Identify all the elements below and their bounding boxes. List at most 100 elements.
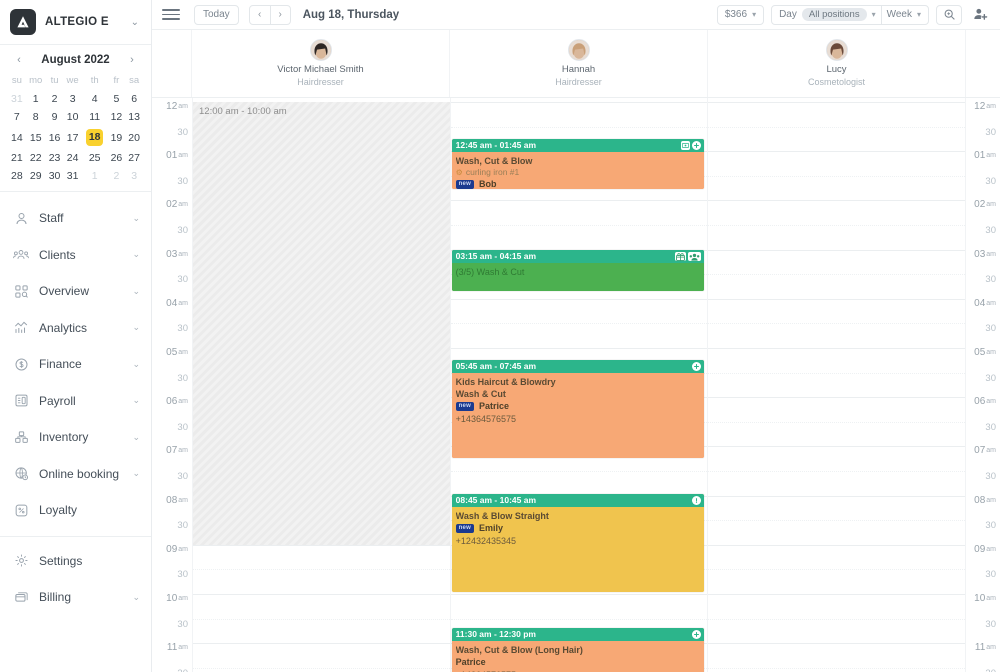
percent-square-icon [13,502,29,518]
view-day-label[interactable]: Day [779,9,797,20]
avatar[interactable] [825,39,848,61]
calendar-day[interactable]: 13 [125,108,143,126]
calendar-day-selected[interactable]: 18 [82,126,108,149]
prev-day-button[interactable]: ‹ [250,6,270,24]
calendar-day[interactable]: 16 [46,126,64,149]
avatar[interactable] [567,39,590,61]
plus-circle-badge-icon[interactable] [692,141,702,150]
calendar-day[interactable]: 24 [63,149,81,167]
chevron-down-icon[interactable]: ⌄ [132,213,140,224]
chevron-down-icon[interactable]: ▾ [872,10,876,19]
appointment-card[interactable]: 08:45 am - 10:45 am Wash & Blow Straight n… [451,494,705,592]
calendar-day[interactable]: 26 [108,149,126,167]
staff-column-header[interactable]: Hannah Hairdresser [450,30,708,97]
chevron-down-icon[interactable]: ⌄ [132,468,140,479]
info-circle-badge-icon[interactable] [692,496,702,505]
sidebar-item-clients[interactable]: Clients ⌄ [0,237,151,274]
calendar-day[interactable]: 3 [125,167,143,185]
calendar-day[interactable]: 31 [63,167,81,185]
day-column[interactable]: 12:00 am - 10:00 am [192,98,451,672]
calendar-prev-month-icon[interactable]: ‹ [13,54,25,66]
calendar-day[interactable]: 22 [26,149,46,167]
chevron-down-icon[interactable]: ⌄ [132,286,140,297]
calendar-day[interactable]: 2 [46,90,64,108]
day-column[interactable] [708,98,967,672]
calendar-day[interactable]: 20 [125,126,143,149]
calendar-day[interactable]: 29 [26,167,46,185]
calendar-day[interactable]: 25 [82,149,108,167]
appointment-card[interactable]: 05:45 am - 07:45 am Kids Haircut & Blowdr… [451,360,705,458]
today-button[interactable]: Today [194,4,239,25]
calendar-day[interactable]: 12 [108,108,126,126]
sidebar-item-billing[interactable]: Billing ⌄ [0,579,151,616]
staff-column-header[interactable]: Lucy Cosmetologist [708,30,966,97]
daily-total-amount[interactable]: $366 ▾ [716,4,765,25]
add-user-icon[interactable] [969,5,991,25]
calendar-day[interactable]: 10 [63,108,81,126]
sidebar-item-inventory[interactable]: Inventory ⌄ [0,419,151,456]
time-label-half-hour: 30 [177,569,188,581]
sidebar-item-analytics[interactable]: Analytics ⌄ [0,310,151,347]
calendar-day[interactable]: 1 [26,90,46,108]
calendar-header: ‹ August 2022 › [8,54,143,73]
calendar-day[interactable]: 31 [8,90,26,108]
calendar-day[interactable]: 8 [26,108,46,126]
chevron-down-icon[interactable]: ⌄ [132,432,140,443]
current-date-label: Aug 18, Thursday [302,8,400,21]
staff-column-header[interactable]: Victor Michael Smith Hairdresser [192,30,450,97]
appointment-card[interactable]: 11:30 am - 12:30 pm Wash, Cut & Blow (Lon… [451,628,705,672]
blocked-time-range[interactable]: 12:00 am - 10:00 am [193,102,450,545]
next-day-button[interactable]: › [269,5,290,24]
search-zoom-icon[interactable] [936,4,962,25]
appointment-time: 05:45 am - 07:45 am [455,361,536,371]
plus-circle-badge-icon[interactable] [692,362,702,371]
calendar-day[interactable]: 14 [8,126,26,149]
calendar-day[interactable]: 28 [8,167,26,185]
plus-circle-badge-icon[interactable] [692,630,702,639]
calendar-day[interactable]: 30 [46,167,64,185]
group-badge-icon[interactable] [688,252,702,261]
calendar-day[interactable]: 11 [82,108,108,126]
chevron-down-icon[interactable]: ⌄ [131,17,141,28]
sidebar-item-online-booking[interactable]: Online booking ⌄ [0,456,151,493]
sidebar-item-loyalty[interactable]: Loyalty [0,492,151,529]
calendar-day[interactable]: 4 [82,90,108,108]
appointment-card[interactable]: 12:45 am - 01:45 am Wash, Cut & Blow ⚙ curl… [451,139,705,189]
gift-badge-icon[interactable] [675,252,687,261]
calendar-day[interactable]: 9 [46,108,64,126]
calendar-day[interactable]: 1 [82,167,108,185]
positions-chip[interactable]: All positions [801,8,867,21]
calendar-day[interactable]: 21 [8,149,26,167]
card-badge-icon[interactable] [681,141,691,150]
sidebar-item-finance[interactable]: Finance ⌄ [0,346,151,383]
hamburger-menu-icon[interactable] [162,9,180,20]
chevron-down-icon[interactable]: ⌄ [132,359,140,370]
calendar-day[interactable]: 3 [63,90,81,108]
view-filter-group[interactable]: Day All positions ▾ Week ▾ [771,4,929,25]
chevron-down-icon[interactable]: ⌄ [132,395,140,406]
calendar-day[interactable]: 23 [46,149,64,167]
chevron-down-icon[interactable]: ⌄ [132,249,140,260]
chevron-down-icon[interactable]: ▾ [917,10,921,19]
calendar-day[interactable]: 15 [26,126,46,149]
calendar-day[interactable]: 5 [108,90,126,108]
sidebar-item-overview[interactable]: Overview ⌄ [0,273,151,310]
brand-header[interactable]: ALTEGIO E ⌄ [0,0,151,45]
sidebar-item-settings[interactable]: Settings [0,543,151,580]
appointment-card[interactable]: 03:15 am - 04:15 am (3/5) Wash & Cut [451,250,705,291]
sidebar-item-staff[interactable]: Staff ⌄ [0,200,151,237]
sidebar-item-payroll[interactable]: Payroll ⌄ [0,383,151,420]
calendar-day[interactable]: 6 [125,90,143,108]
chevron-down-icon[interactable]: ⌄ [132,592,140,603]
calendar-day[interactable]: 27 [125,149,143,167]
calendar-day[interactable]: 2 [108,167,126,185]
calendar-next-month-icon[interactable]: › [126,54,138,66]
avatar[interactable] [309,39,332,61]
calendar-day[interactable]: 7 [8,108,26,126]
day-column[interactable]: 12:45 am - 01:45 am Wash, Cut & Blow ⚙ curl… [450,98,709,672]
view-week-label[interactable]: Week [887,9,912,20]
calendar-day[interactable]: 17 [63,126,81,149]
chevron-down-icon[interactable]: ⌄ [132,322,140,333]
calendar-day[interactable]: 19 [108,126,126,149]
sidebar-item-label: Loyalty [39,503,78,518]
